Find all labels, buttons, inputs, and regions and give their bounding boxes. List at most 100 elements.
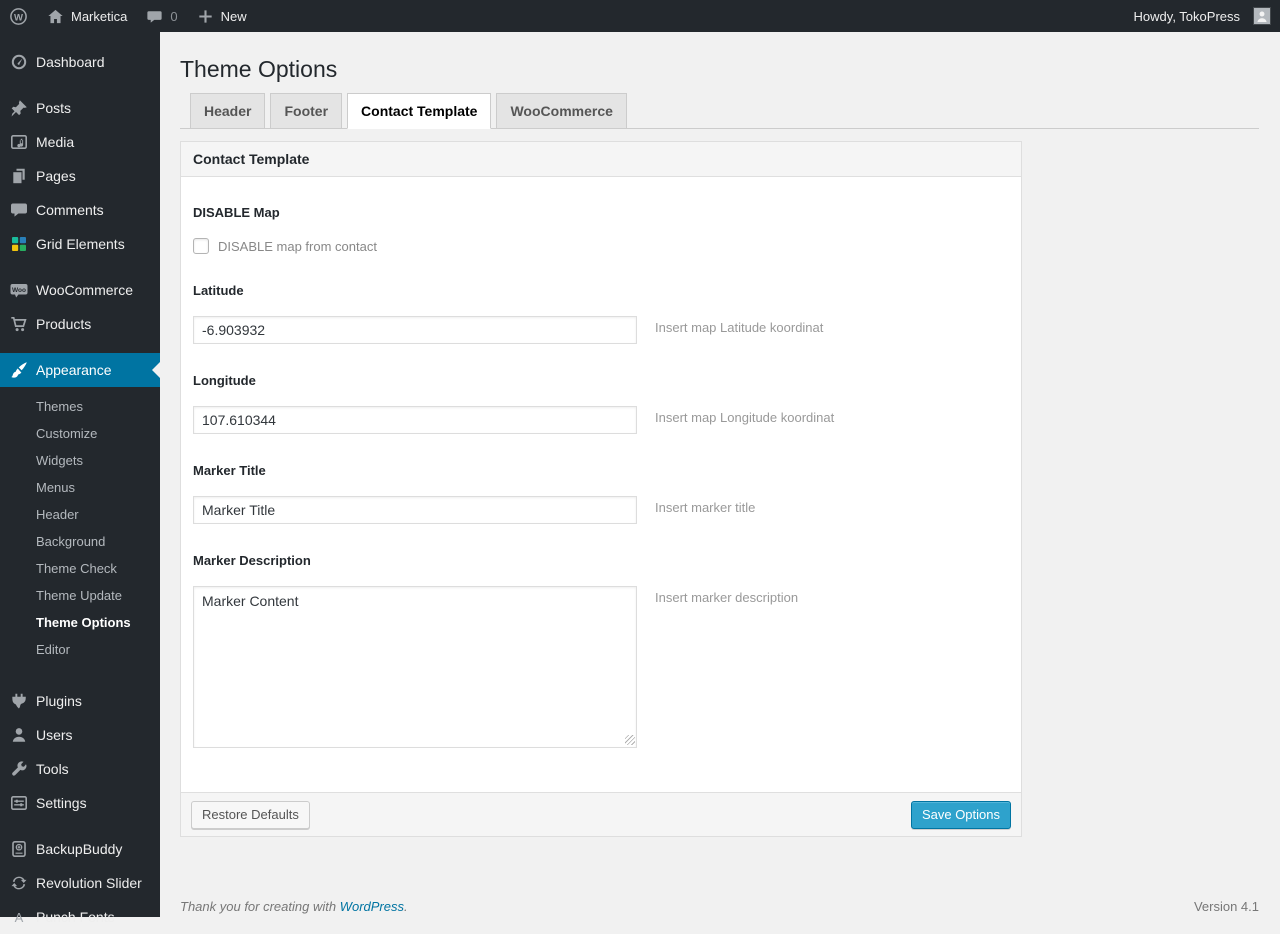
- disable-map-checkbox[interactable]: [193, 238, 209, 254]
- settings-icon: [9, 793, 29, 813]
- sidebar-item-users[interactable]: Users: [0, 718, 160, 752]
- admin-bar: W Marketica 0 New Howdy, TokoPress: [0, 0, 1280, 32]
- font-icon: A: [9, 907, 29, 927]
- field-marker-description: Marker Description Marker Content Insert m…: [193, 553, 1009, 748]
- page-title: Theme Options: [180, 56, 338, 82]
- sidebar-item-pages[interactable]: Pages: [0, 159, 160, 193]
- marker-description-hint: Insert marker description: [655, 590, 799, 605]
- thanks-text: Thank you for creating with: [180, 899, 340, 914]
- svg-text:A: A: [15, 910, 24, 925]
- sidebar-item-label: Products: [36, 316, 92, 332]
- latitude-input[interactable]: [193, 316, 637, 344]
- panel-body: DISABLE Map DISABLE map from contact Latit…: [181, 177, 1021, 792]
- sidebar-item-label: Revolution Slider: [36, 875, 142, 891]
- sidebar-item-appearance[interactable]: Appearance: [0, 353, 160, 387]
- sidebar-item-label: Plugins: [36, 693, 82, 709]
- panel-footer: Restore Defaults Save Options: [181, 792, 1021, 836]
- tab-contact-template[interactable]: Contact Template: [347, 93, 492, 129]
- user-icon: [9, 725, 29, 745]
- sidebar-item-comments[interactable]: Comments: [0, 193, 160, 227]
- brush-icon: [9, 360, 29, 380]
- marker-title-input[interactable]: [193, 496, 637, 524]
- sidebar-item-label: Media: [36, 134, 75, 150]
- dashboard-icon: [9, 52, 29, 72]
- sidebar-item-settings[interactable]: Settings: [0, 786, 160, 820]
- submenu-item-header[interactable]: Header: [0, 502, 160, 529]
- sidebar-item-woocommerce[interactable]: Woo WooCommerce: [0, 273, 160, 307]
- sidebar-item-label: Dashboard: [36, 54, 105, 70]
- sidebar-item-media[interactable]: Media: [0, 125, 160, 159]
- sidebar-item-label: Users: [36, 727, 73, 743]
- save-options-button[interactable]: Save Options: [910, 800, 1011, 829]
- sidebar-item-label: Pages: [36, 168, 76, 184]
- avatar: [1253, 7, 1271, 25]
- field-label-longitude: Longitude: [193, 373, 256, 388]
- submenu-item-theme-check[interactable]: Theme Check: [0, 556, 160, 583]
- field-marker-title: Marker Title Insert marker title: [193, 463, 1009, 524]
- sidebar-item-label: Appearance: [36, 362, 112, 378]
- sidebar-item-plugins[interactable]: Plugins: [0, 684, 160, 718]
- sidebar-item-label: Settings: [36, 795, 87, 811]
- submenu-item-background[interactable]: Background: [0, 529, 160, 556]
- wordpress-logo-menu[interactable]: W: [0, 0, 37, 32]
- wordpress-link[interactable]: WordPress: [340, 899, 404, 914]
- tab-footer[interactable]: Footer: [270, 93, 343, 129]
- sidebar-item-tools[interactable]: Tools: [0, 752, 160, 786]
- panel-title: Contact Template: [181, 142, 1021, 177]
- latitude-hint: Insert map Latitude koordinat: [655, 320, 824, 335]
- field-label-marker-title: Marker Title: [193, 463, 266, 478]
- submenu-item-widgets[interactable]: Widgets: [0, 448, 160, 475]
- appearance-submenu: Themes Customize Widgets Menus Header Backgro…: [0, 387, 160, 672]
- footer-thanks: Thank you for creating with WordPress.: [180, 899, 408, 914]
- sidebar-item-label: Posts: [36, 100, 72, 116]
- admin-menu: Dashboard Posts Media Pages Comments Grid Ele…: [0, 32, 160, 925]
- submenu-item-themes[interactable]: Themes: [0, 394, 160, 421]
- sidebar-item-punch-fonts[interactable]: A Punch Fonts: [0, 900, 160, 934]
- field-latitude: Latitude Insert map Latitude koordinat: [193, 283, 1009, 344]
- new-content-menu[interactable]: New: [187, 0, 256, 32]
- main-content: Theme Options Header Footer Contact Templa…: [160, 32, 1280, 917]
- sidebar-item-revolution-slider[interactable]: Revolution Slider: [0, 866, 160, 900]
- field-label-latitude: Latitude: [193, 283, 244, 298]
- field-label-marker-description: Marker Description: [193, 553, 311, 568]
- submenu-item-customize[interactable]: Customize: [0, 421, 160, 448]
- comments-count: 0: [170, 8, 178, 24]
- sidebar-item-dashboard[interactable]: Dashboard: [0, 45, 160, 79]
- field-label-disable-map: DISABLE Map: [193, 205, 280, 220]
- disable-map-checkbox-label: DISABLE map from contact: [218, 238, 377, 254]
- sidebar-item-label: Tools: [36, 761, 69, 777]
- pages-icon: [9, 166, 29, 186]
- sidebar-item-backupbuddy[interactable]: BackupBuddy: [0, 832, 160, 866]
- longitude-input[interactable]: [193, 406, 637, 434]
- tab-woocommerce[interactable]: WooCommerce: [496, 93, 627, 129]
- comment-icon: [9, 200, 29, 220]
- sidebar-item-products[interactable]: Products: [0, 307, 160, 341]
- home-icon: [46, 7, 65, 26]
- submenu-item-theme-update[interactable]: Theme Update: [0, 583, 160, 610]
- marker-title-hint: Insert marker title: [655, 500, 756, 515]
- restore-defaults-button[interactable]: Restore Defaults: [191, 800, 310, 829]
- submenu-item-menus[interactable]: Menus: [0, 475, 160, 502]
- sidebar-item-label: Punch Fonts: [36, 909, 115, 925]
- account-menu[interactable]: Howdy, TokoPress: [1125, 0, 1280, 32]
- sidebar-item-label: Comments: [36, 202, 104, 218]
- submenu-item-editor[interactable]: Editor: [0, 637, 160, 664]
- svg-text:W: W: [14, 12, 23, 23]
- cart-icon: [9, 314, 29, 334]
- plus-icon: [196, 7, 215, 26]
- grid-icon: [9, 234, 29, 254]
- svg-text:Woo: Woo: [12, 287, 26, 294]
- tab-bar: Header Footer Contact Template WooCommerce: [180, 93, 1259, 129]
- sidebar-item-posts[interactable]: Posts: [0, 91, 160, 125]
- site-name: Marketica: [71, 8, 128, 24]
- sidebar-item-grid-elements[interactable]: Grid Elements: [0, 227, 160, 261]
- site-name-menu[interactable]: Marketica: [37, 0, 136, 32]
- sidebar-item-label: BackupBuddy: [36, 841, 123, 857]
- submenu-item-theme-options[interactable]: Theme Options: [0, 610, 160, 637]
- tab-header[interactable]: Header: [190, 93, 266, 129]
- new-label: New: [220, 8, 247, 24]
- comments-shortcut[interactable]: 0: [136, 0, 186, 32]
- plug-icon: [9, 691, 29, 711]
- wordpress-logo-icon: W: [9, 7, 28, 26]
- marker-description-input[interactable]: Marker Content: [193, 586, 637, 748]
